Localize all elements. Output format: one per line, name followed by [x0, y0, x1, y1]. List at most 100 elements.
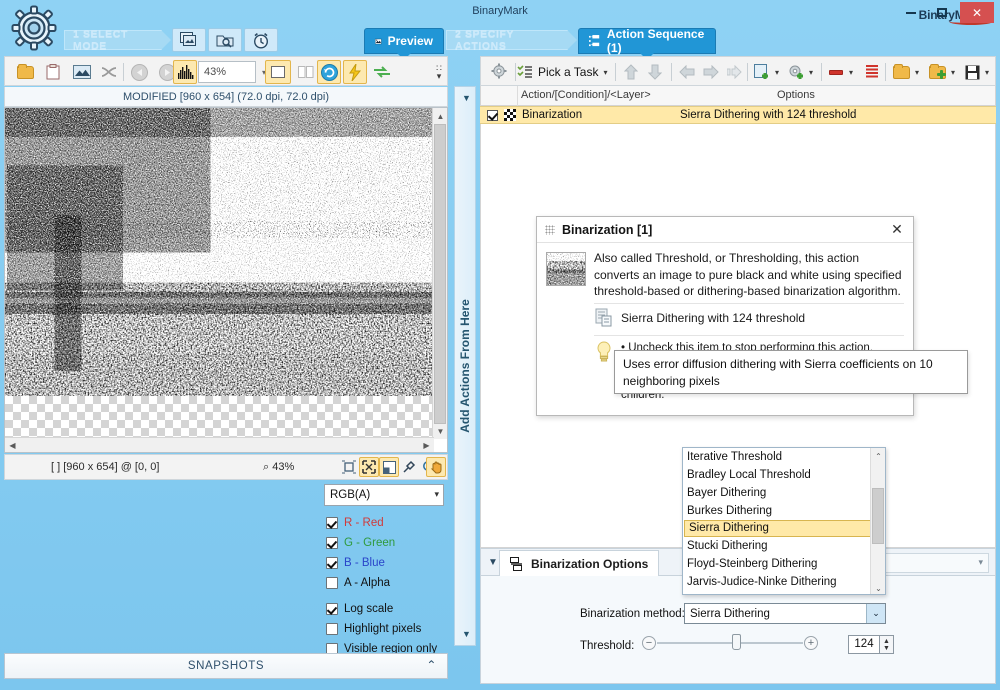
scroll-up-icon[interactable]: ▲ — [434, 109, 447, 123]
channel-alpha-row[interactable]: A - Alpha — [326, 574, 390, 592]
move-right-button[interactable] — [699, 60, 723, 84]
save-sequence-dropdown[interactable]: ▾ — [981, 60, 993, 84]
chevron-down-icon[interactable]: ⌄ — [866, 604, 885, 623]
import-sequence-dropdown[interactable]: ▾ — [947, 60, 959, 84]
batch-image-mode-button[interactable] — [172, 28, 206, 52]
minimize-button[interactable] — [896, 2, 925, 23]
spinner-up-icon[interactable]: ▲ — [883, 638, 890, 645]
import-sequence-button[interactable] — [925, 60, 949, 84]
canvas-horizontal-scrollbar[interactable]: ◀ ▶ — [5, 437, 434, 452]
channel-green-checkbox[interactable] — [326, 537, 338, 549]
scroll-right-icon[interactable]: ▶ — [420, 438, 433, 452]
add-condition-button[interactable] — [785, 60, 807, 84]
open-sequence-dropdown[interactable]: ▾ — [911, 60, 923, 84]
add-actions-from-here-bar[interactable]: ▼ Add Actions From Here ▼ — [454, 86, 476, 646]
dropdown-item-selected[interactable]: Sierra Dithering — [684, 520, 882, 537]
scroll-up-icon[interactable]: ⌃ — [872, 449, 885, 463]
dropdown-item[interactable]: Floyd-Steinberg Dithering — [683, 555, 885, 573]
close-button[interactable]: ✕ — [960, 2, 994, 23]
move-down-button[interactable] — [643, 60, 667, 84]
channel-alpha-checkbox[interactable] — [326, 577, 338, 589]
addbar-arrow-bottom-icon[interactable]: ▼ — [462, 629, 471, 639]
scroll-down-icon[interactable]: ▼ — [434, 424, 447, 438]
threshold-slider-track[interactable] — [657, 642, 803, 644]
table-row[interactable]: Binarization Sierra Dithering with 124 t… — [480, 106, 996, 124]
dropdown-item[interactable]: Bradley Local Threshold — [683, 466, 885, 484]
channel-blue-row[interactable]: B - Blue — [326, 554, 385, 572]
snapshots-collapse-icon[interactable]: ⌃ — [426, 658, 437, 672]
pick-a-task-button[interactable]: Pick a Task ▾ — [517, 62, 607, 82]
highlight-pixels-checkbox[interactable] — [326, 623, 338, 635]
scroll-thumb[interactable] — [434, 124, 446, 424]
eyedropper-button[interactable] — [399, 457, 419, 477]
add-action-dropdown[interactable]: ▾ — [771, 60, 783, 84]
remove-dropdown[interactable]: ▾ — [845, 60, 857, 84]
step-specify-actions[interactable]: 2 SPECIFY ACTIONS — [446, 30, 568, 50]
log-scale-row[interactable]: Log scale — [326, 600, 393, 618]
canvas-vertical-scrollbar[interactable]: ▲ ▼ — [432, 108, 447, 439]
pan-tool-button[interactable] — [426, 457, 446, 477]
threshold-slider-thumb[interactable] — [732, 634, 741, 650]
popup-close-button[interactable]: ✕ — [889, 221, 905, 237]
fit-selection-button[interactable] — [339, 457, 359, 477]
channel-select[interactable]: RGB(A) ▾ — [324, 484, 444, 506]
save-sequence-button[interactable] — [961, 60, 983, 84]
tab-binarization-options[interactable]: Binarization Options — [499, 550, 659, 576]
channel-red-checkbox[interactable] — [326, 517, 338, 529]
channel-red-row[interactable]: R - Red — [326, 514, 384, 532]
dropdown-scrollbar[interactable]: ⌃ ⌄ — [870, 448, 885, 595]
drag-grip-icon[interactable] — [545, 225, 555, 235]
binarization-method-dropdown-list[interactable]: Iterative Threshold Bradley Local Thresh… — [682, 447, 886, 595]
scroll-thumb[interactable] — [872, 488, 884, 544]
scroll-left-icon[interactable]: ◀ — [6, 438, 19, 452]
remove-button[interactable] — [825, 60, 847, 84]
threshold-spinner[interactable]: ▲ ▼ — [880, 635, 894, 654]
dropdown-item[interactable]: Bayer Dithering — [683, 484, 885, 502]
image-info-button[interactable] — [69, 60, 95, 84]
row-enabled-checkbox[interactable] — [487, 110, 498, 121]
app-gear-logo[interactable] — [11, 5, 57, 51]
folder-browse-mode-button[interactable] — [208, 28, 242, 52]
paste-button[interactable] — [41, 60, 65, 84]
toolbar-overflow-button[interactable]: ∷ ▾ — [433, 59, 445, 85]
dropdown-item[interactable]: Jarvis-Judice-Ninke Dithering — [683, 573, 885, 591]
highlight-pixels-row[interactable]: Highlight pixels — [326, 620, 421, 638]
fit-window-button[interactable] — [359, 457, 379, 477]
shuffle-button[interactable] — [97, 60, 121, 84]
binarization-method-select[interactable]: Sierra Dithering ⌄ — [684, 603, 886, 624]
settings-gear-button[interactable] — [487, 60, 513, 84]
fit-page-button[interactable] — [265, 60, 291, 84]
image-canvas[interactable]: ▲ ▼ ◀ ▶ — [4, 107, 448, 453]
scheduler-mode-button[interactable] — [244, 28, 278, 52]
swap-button[interactable] — [369, 60, 395, 84]
dropdown-item[interactable]: Iterative Threshold — [683, 448, 885, 466]
open-sequence-button[interactable] — [889, 60, 913, 84]
dropdown-item[interactable]: Stucki Dithering — [683, 537, 885, 555]
zoom-level-input[interactable]: 43% — [198, 61, 256, 83]
options-collapse-button[interactable]: ▼ — [488, 557, 498, 568]
threshold-increase-button[interactable]: + — [804, 636, 818, 650]
addbar-arrow-top-icon[interactable]: ▼ — [462, 93, 471, 103]
clear-all-button[interactable] — [861, 60, 883, 84]
maximize-button[interactable] — [927, 2, 956, 23]
scroll-down-icon[interactable]: ⌄ — [872, 581, 885, 595]
log-scale-checkbox[interactable] — [326, 603, 338, 615]
add-condition-dropdown[interactable]: ▾ — [805, 60, 817, 84]
spinner-down-icon[interactable]: ▼ — [883, 645, 890, 652]
two-page-button[interactable] — [293, 60, 319, 84]
threshold-decrease-button[interactable]: − — [642, 636, 656, 650]
dropdown-item[interactable]: Burkes Dithering — [683, 502, 885, 520]
snapshots-bar[interactable]: SNAPSHOTS ⌃ — [4, 653, 448, 679]
channel-green-row[interactable]: G - Green — [326, 534, 395, 552]
tab-preview[interactable]: Preview — [364, 28, 444, 54]
step-select-mode[interactable]: 1 SELECT MODE — [64, 30, 162, 50]
threshold-value-input[interactable]: 124 — [848, 635, 880, 654]
refresh-button[interactable] — [317, 60, 341, 84]
channel-blue-checkbox[interactable] — [326, 557, 338, 569]
indent-button[interactable] — [723, 60, 745, 84]
actual-size-button[interactable] — [379, 457, 399, 477]
add-action-button[interactable] — [751, 60, 773, 84]
histogram-button[interactable] — [173, 60, 197, 84]
move-up-button[interactable] — [619, 60, 643, 84]
move-left-button[interactable] — [675, 60, 699, 84]
